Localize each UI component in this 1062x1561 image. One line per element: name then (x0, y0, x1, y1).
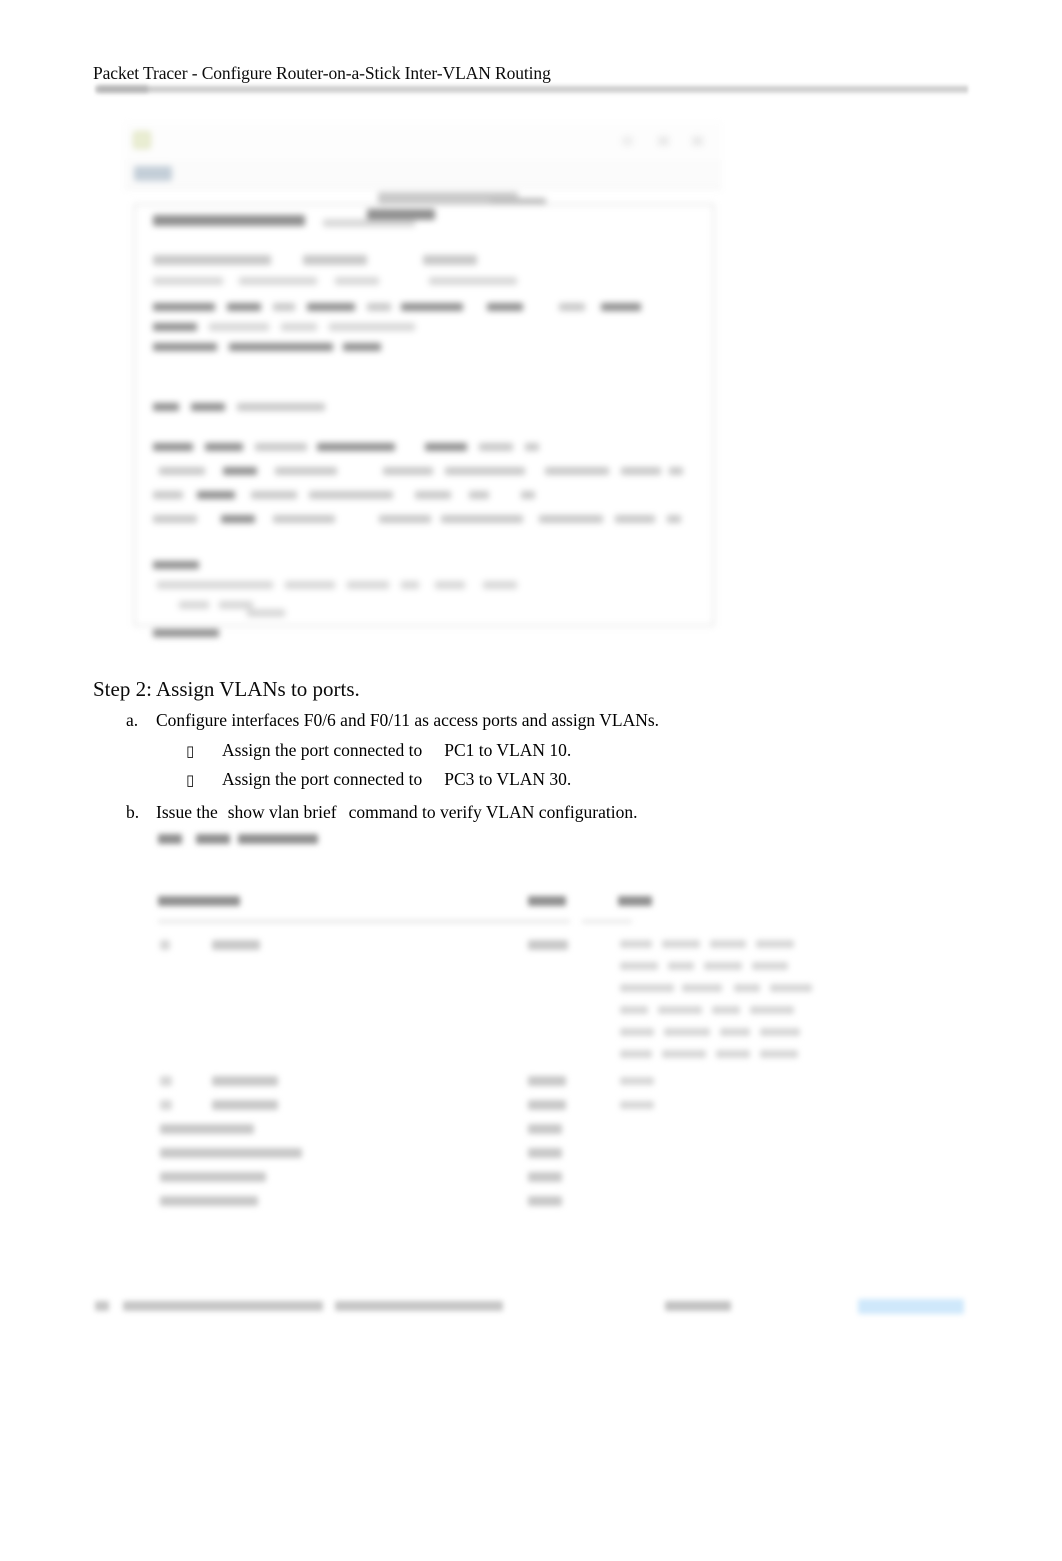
screenshot-active-tab (134, 166, 172, 181)
step-heading: Step 2: Assign VLANs to ports. (93, 677, 360, 701)
footer-copyright-text-2 (335, 1301, 503, 1311)
footer-blur-layer (95, 1292, 975, 1326)
document-header: Packet Tracer - Configure Router-on-a-St… (93, 62, 973, 84)
minimize-icon (622, 136, 633, 146)
list-item-a: a. Configure interfaces F0/6 and F0/11 as… (126, 709, 659, 732)
header-divider (95, 84, 968, 95)
cli-output-blur-layer (150, 828, 830, 1208)
sub-bullet-pc1-device: PC1 (444, 740, 475, 760)
screenshot-tabbar (124, 160, 722, 189)
screenshot-app-titlebar (124, 122, 722, 161)
header-divider-tab (98, 85, 148, 93)
list-item-b-suffix: command to verify VLAN configuration. (348, 802, 638, 822)
list-item-a-text: Configure interfaces F0/6 and F0/11 as a… (156, 710, 660, 730)
document-footer (95, 1292, 975, 1326)
sub-bullet-pc1-text-after: to VLAN 10. (478, 740, 572, 760)
sub-bullet-pc1-text-before: Assign the port connected to (222, 740, 423, 760)
page-title: Packet Tracer - Configure Router-on-a-St… (93, 63, 551, 83)
footer-link[interactable] (858, 1299, 964, 1314)
bullet-glyph-icon: ▯ (186, 742, 195, 760)
sub-bullet-pc3-text-after: to VLAN 30. (478, 769, 572, 789)
sub-bullet-pc3-text-before: Assign the port connected to (222, 769, 423, 789)
list-marker-a: a. (126, 710, 139, 730)
list-item-b-prefix: Issue the (156, 802, 218, 822)
maximize-icon (658, 136, 669, 146)
sub-bullet-pc3: ▯ Assign the port connected to PC3 to VLAN… (186, 768, 571, 792)
packet-tracer-icon (133, 131, 151, 149)
document-page: Packet Tracer - Configure Router-on-a-St… (0, 0, 1062, 1561)
list-item-b: b. Issue the show vlan brief command to ver… (126, 801, 637, 824)
terminal-panel (134, 204, 714, 637)
bullet-glyph-icon: ▯ (186, 771, 195, 789)
cli-output-block: Blurred show vlan brief command output t… (150, 828, 830, 1208)
cli-command-literal: show vlan brief (227, 802, 337, 822)
footer-page-number (665, 1301, 731, 1311)
embedded-screenshot-blur-layer (124, 122, 722, 640)
close-icon (692, 136, 703, 146)
window-controls (614, 134, 710, 147)
sub-bullet-pc1: ▯ Assign the port connected to PC1 to VLAN… (186, 739, 571, 763)
embedded-screenshot: Blurred Packet Tracer CLI window screens… (124, 122, 722, 640)
footer-copyright-text (123, 1301, 323, 1311)
sub-bullet-pc3-device: PC3 (444, 769, 475, 789)
copyright-icon (95, 1301, 109, 1311)
list-marker-b: b. (126, 802, 140, 822)
